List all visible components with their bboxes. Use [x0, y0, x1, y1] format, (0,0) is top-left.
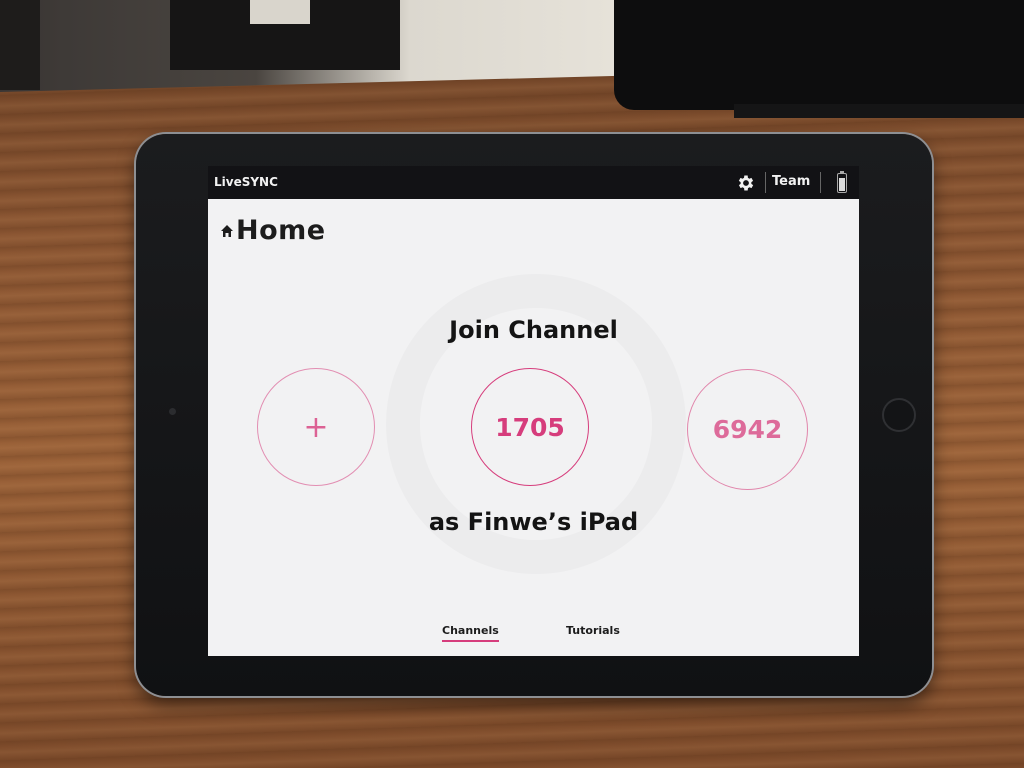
monitor-base [734, 104, 1024, 118]
device-name-label: as Finwe’s iPad [428, 508, 639, 536]
tab-tutorials[interactable]: Tutorials [566, 624, 620, 637]
statusbar-divider [820, 172, 821, 193]
page-header[interactable]: Home [220, 215, 326, 246]
tab-channels[interactable]: Channels [442, 624, 499, 642]
app-title: LiveSYNC [214, 175, 278, 189]
background-chair [0, 0, 40, 90]
tablet-device: LiveSYNC Team Home Join Channel + 1705 6… [136, 134, 932, 696]
background-chair-back [170, 0, 400, 70]
home-button[interactable] [882, 398, 916, 432]
background-monitor [614, 0, 1024, 118]
team-button[interactable]: Team [772, 174, 810, 189]
channel-6942-button[interactable]: 6942 [687, 369, 808, 490]
app-screen: LiveSYNC Team Home Join Channel + 1705 6… [208, 166, 859, 656]
chair-slot [250, 0, 310, 24]
page-title: Home [236, 215, 326, 246]
join-channel-heading: Join Channel [449, 316, 618, 344]
statusbar-divider [765, 172, 766, 193]
status-bar: LiveSYNC Team [208, 166, 859, 199]
gear-icon[interactable] [736, 173, 756, 193]
battery-icon [837, 171, 847, 193]
front-camera [169, 408, 176, 415]
battery-fill [839, 178, 845, 191]
house-icon [221, 224, 233, 237]
add-channel-button[interactable]: + [257, 368, 375, 486]
channel-1705-button[interactable]: 1705 [471, 368, 589, 486]
